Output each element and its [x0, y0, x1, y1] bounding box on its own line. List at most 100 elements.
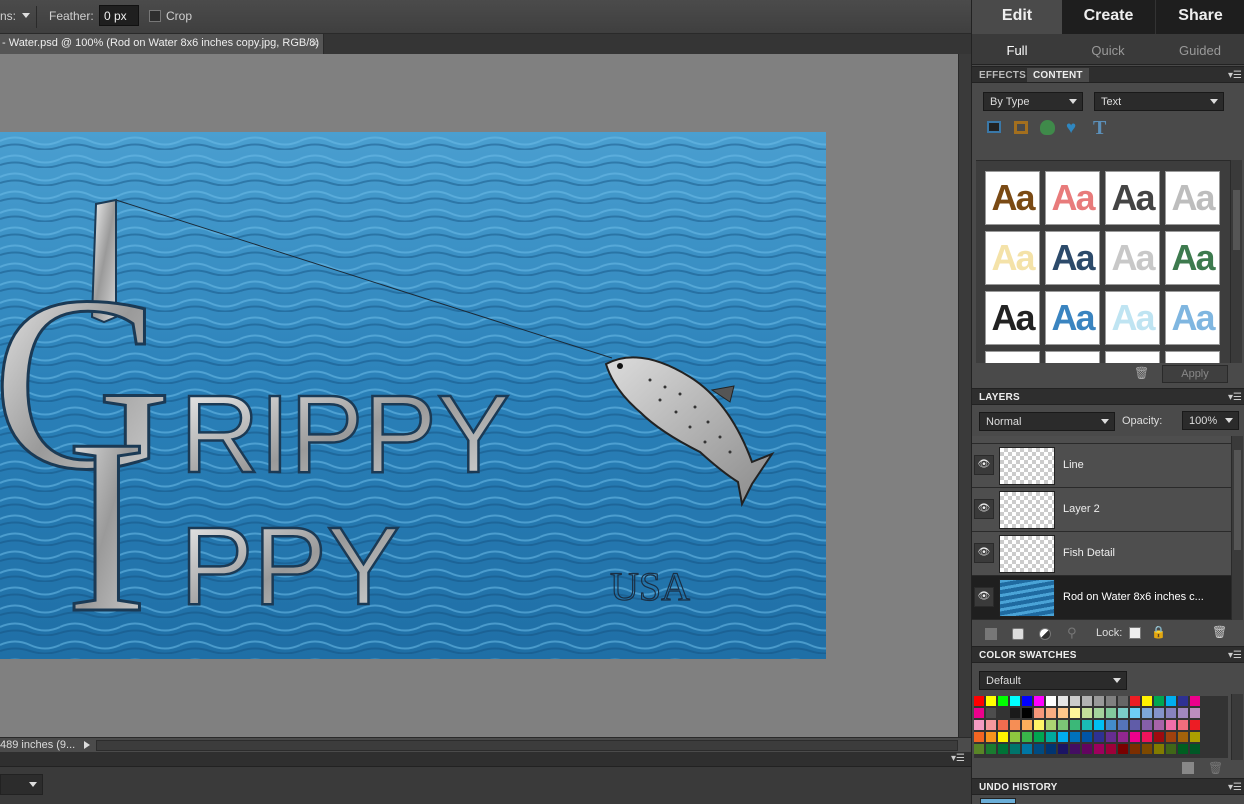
- color-swatch[interactable]: [998, 744, 1009, 755]
- add-mask-icon[interactable]: [1012, 628, 1024, 640]
- color-swatch[interactable]: [1058, 720, 1069, 731]
- color-swatch[interactable]: [1034, 696, 1045, 707]
- color-swatch[interactable]: [1058, 732, 1069, 743]
- color-swatch[interactable]: [1190, 708, 1201, 719]
- color-swatch[interactable]: [986, 708, 997, 719]
- undo-history-item[interactable]: [980, 798, 1016, 804]
- panel-menu-icon[interactable]: ▾☰: [951, 753, 965, 764]
- color-swatch[interactable]: [1058, 744, 1069, 755]
- vertical-scrollbar[interactable]: [958, 54, 971, 737]
- color-swatch[interactable]: [1022, 744, 1033, 755]
- graphics-icon[interactable]: [1040, 120, 1055, 135]
- text-style-thumb[interactable]: Aa: [1105, 291, 1160, 345]
- color-swatch[interactable]: [1142, 732, 1153, 743]
- color-swatch[interactable]: [1178, 708, 1189, 719]
- color-swatch[interactable]: [998, 720, 1009, 731]
- bin-dropdown[interactable]: [0, 774, 43, 795]
- new-swatch-icon[interactable]: [1182, 762, 1194, 774]
- color-swatch[interactable]: [1010, 708, 1021, 719]
- color-swatch[interactable]: [1070, 720, 1081, 731]
- color-swatch[interactable]: [1082, 744, 1093, 755]
- color-swatch[interactable]: [1154, 732, 1165, 743]
- color-swatch[interactable]: [1082, 732, 1093, 743]
- panel-menu-icon[interactable]: ▾☰: [1228, 650, 1242, 661]
- color-swatch[interactable]: [974, 696, 985, 707]
- text-style-thumb[interactable]: Aa: [1105, 231, 1160, 285]
- color-swatch[interactable]: [1130, 732, 1141, 743]
- color-swatch[interactable]: [1010, 720, 1021, 731]
- swatches-scrollbar[interactable]: [1231, 694, 1243, 760]
- horizontal-scrollbar[interactable]: [96, 740, 958, 751]
- tab-effects[interactable]: EFFECTS: [979, 70, 1026, 81]
- color-swatch[interactable]: [974, 744, 985, 755]
- lock-transparency-icon[interactable]: [1129, 627, 1141, 639]
- color-swatch[interactable]: [1034, 744, 1045, 755]
- color-swatch[interactable]: [1046, 744, 1057, 755]
- color-swatch[interactable]: [1094, 720, 1105, 731]
- color-swatch[interactable]: [1190, 720, 1201, 731]
- color-swatch[interactable]: [986, 720, 997, 731]
- layers-scrollbar[interactable]: [1231, 436, 1243, 620]
- color-swatch[interactable]: [1010, 696, 1021, 707]
- layer-row[interactable]: 👁 Fish Detail: [972, 532, 1231, 576]
- lock-icon[interactable]: 🔒: [1151, 625, 1166, 639]
- layer-row[interactable]: 👁 Layer 2: [972, 488, 1231, 532]
- color-swatch[interactable]: [1154, 696, 1165, 707]
- mode-dropdown-arrow-icon[interactable]: [22, 13, 30, 18]
- color-swatch[interactable]: [1166, 696, 1177, 707]
- color-swatch[interactable]: [986, 732, 997, 743]
- delete-swatch-icon[interactable]: 🗑: [1208, 761, 1223, 775]
- color-swatch[interactable]: [1142, 720, 1153, 731]
- color-swatch[interactable]: [1130, 744, 1141, 755]
- color-swatch[interactable]: [1106, 696, 1117, 707]
- color-swatch[interactable]: [1082, 708, 1093, 719]
- color-swatch[interactable]: [1166, 744, 1177, 755]
- color-swatch[interactable]: [974, 720, 985, 731]
- adjustment-layer-icon[interactable]: [1039, 628, 1051, 640]
- color-swatch[interactable]: [1070, 732, 1081, 743]
- color-swatch[interactable]: [1166, 720, 1177, 731]
- color-swatch[interactable]: [1070, 708, 1081, 719]
- close-tab-icon[interactable]: ×: [311, 36, 318, 50]
- trash-icon[interactable]: 🗑: [1134, 366, 1149, 380]
- color-swatch[interactable]: [1094, 732, 1105, 743]
- tab-content[interactable]: CONTENT: [1027, 68, 1089, 82]
- text-style-thumb[interactable]: [1045, 351, 1100, 363]
- color-swatch[interactable]: [986, 696, 997, 707]
- frame-icon[interactable]: [1014, 121, 1028, 134]
- color-swatch[interactable]: [1106, 732, 1117, 743]
- color-swatch[interactable]: [1094, 744, 1105, 755]
- opacity-field[interactable]: 100%: [1182, 411, 1239, 430]
- text-style-thumb[interactable]: Aa: [1045, 291, 1100, 345]
- shape-heart-icon[interactable]: ♥: [1066, 118, 1076, 138]
- layer-row-selected[interactable]: 👁 Rod on Water 8x6 inches c...: [972, 576, 1231, 620]
- panel-menu-icon[interactable]: ▾☰: [1228, 392, 1242, 403]
- color-swatch[interactable]: [1118, 696, 1129, 707]
- tab-edit[interactable]: Edit: [972, 0, 1062, 34]
- delete-layer-icon[interactable]: 🗑: [1212, 625, 1227, 639]
- color-swatch[interactable]: [1070, 696, 1081, 707]
- color-swatch[interactable]: [1190, 696, 1201, 707]
- color-swatch[interactable]: [1118, 708, 1129, 719]
- color-swatch[interactable]: [974, 708, 985, 719]
- color-swatch[interactable]: [986, 744, 997, 755]
- color-swatch[interactable]: [1070, 744, 1081, 755]
- feather-input[interactable]: 0 px: [99, 5, 139, 26]
- color-swatch[interactable]: [1082, 696, 1093, 707]
- color-swatch[interactable]: [1178, 696, 1189, 707]
- color-swatch[interactable]: [1046, 696, 1057, 707]
- color-swatch[interactable]: [998, 696, 1009, 707]
- text-style-thumb[interactable]: Aa: [1045, 231, 1100, 285]
- color-swatch[interactable]: [1034, 720, 1045, 731]
- tab-create[interactable]: Create: [1063, 0, 1154, 34]
- tab-guided[interactable]: Guided: [1155, 43, 1244, 58]
- color-swatch[interactable]: [1106, 744, 1117, 755]
- color-swatch[interactable]: [1130, 696, 1141, 707]
- color-swatch[interactable]: [998, 708, 1009, 719]
- color-swatch[interactable]: [1022, 696, 1033, 707]
- filter-kind-dropdown[interactable]: Text: [1094, 92, 1224, 111]
- text-style-thumb[interactable]: Aa: [985, 171, 1040, 225]
- color-swatch[interactable]: [1178, 744, 1189, 755]
- eye-icon[interactable]: 👁: [974, 543, 994, 563]
- color-swatch[interactable]: [1166, 732, 1177, 743]
